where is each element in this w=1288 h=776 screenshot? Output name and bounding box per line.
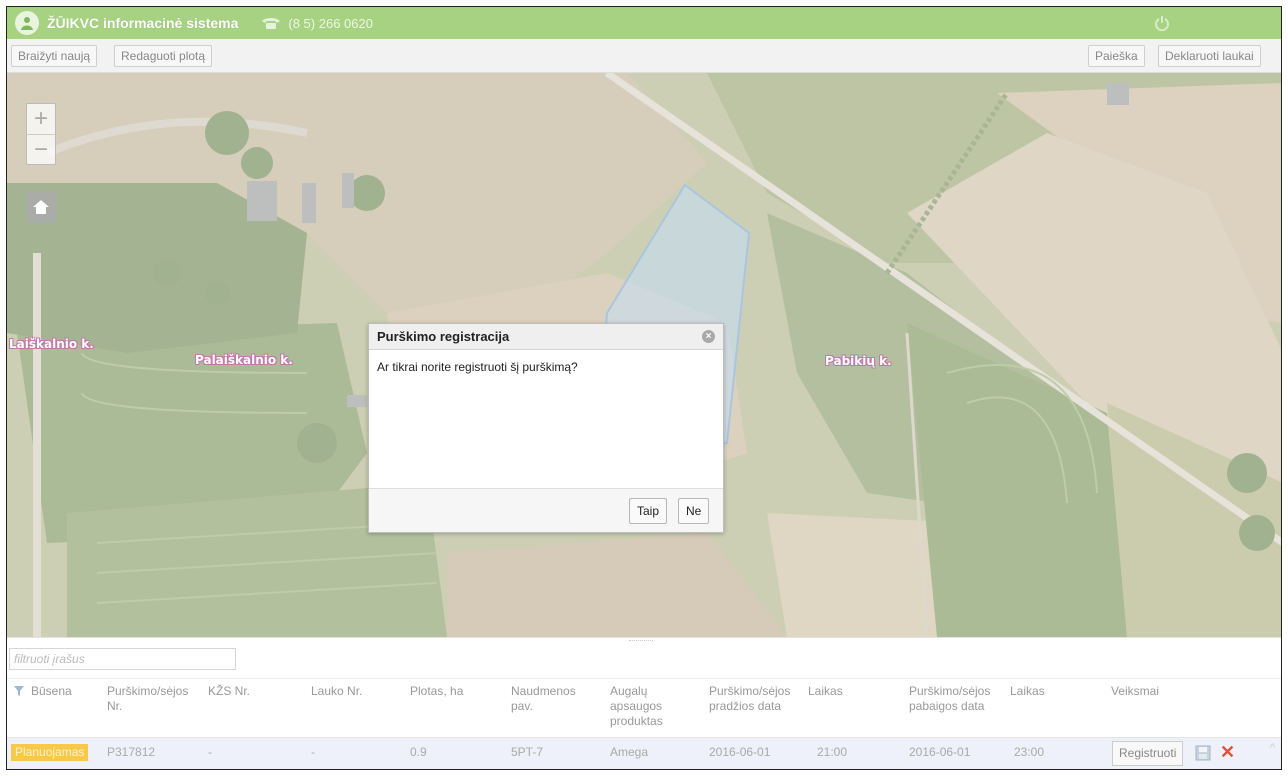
cell-product: Amega [610, 745, 649, 759]
cell-kzs: - [208, 745, 212, 759]
column-header[interactable]: Purškimo/sėjos pabaigos data [909, 684, 1005, 714]
delete-icon[interactable]: ✕ [1220, 742, 1235, 762]
dialog-message: Ar tikrai norite registruoti šį purškimą… [377, 360, 578, 374]
confirm-dialog: Purškimo registracija × Ar tikrai norite… [368, 323, 724, 533]
draw-new-button[interactable]: Braižyti naują [11, 45, 98, 67]
table-header: Būsena Purškimo/sėjos Nr. KŽS Nr. Lauko … [7, 678, 1281, 738]
declared-fields-button[interactable]: Deklaruoti laukai [1158, 45, 1261, 67]
cell-area: 0.9 [410, 745, 427, 759]
cell-number: P317812 [107, 745, 156, 759]
filter-funnel-icon[interactable] [13, 685, 25, 700]
column-header[interactable]: Laikas [808, 684, 843, 699]
cell-start-time: 21:00 [817, 745, 848, 759]
search-button[interactable]: Paieška [1088, 45, 1145, 67]
yes-button[interactable]: Taip [629, 498, 668, 524]
dialog-header: Purškimo registracija × [369, 324, 723, 350]
cell-land-use: 5PT-7 [511, 745, 544, 759]
records-panel: filtruoti įrašus Būsena Purškimo/sėjos N… [7, 637, 1281, 769]
edit-area-button[interactable]: Redaguoti plotą [114, 45, 213, 67]
filter-input[interactable]: filtruoti įrašus [9, 648, 236, 670]
column-header[interactable]: Veiksmai [1111, 684, 1159, 699]
phone-icon [260, 16, 282, 30]
app-logo-icon [15, 11, 39, 35]
column-header[interactable]: Naudmenos pav. [511, 684, 591, 714]
place-label: Laiškalnio k. [9, 337, 94, 351]
panel-resize-handle[interactable] [629, 640, 653, 642]
table-row[interactable]: Planuojamas P317812 - - 0.9 5PT-7 Amega … [7, 738, 1281, 769]
zoom-out-button[interactable]: − [27, 134, 55, 164]
column-header[interactable]: Plotas, ha [410, 684, 463, 699]
no-button[interactable]: Ne [678, 498, 710, 524]
app-window: ŽŪIKVC informacinė sistema (8 5) 266 062… [6, 6, 1282, 770]
status-badge: Planuojamas [11, 744, 89, 761]
app-header: ŽŪIKVC informacinė sistema (8 5) 266 062… [7, 7, 1281, 39]
scroll-up-icon[interactable]: ^ [1270, 742, 1275, 754]
cell-start-date: 2016-06-01 [709, 745, 771, 759]
column-header[interactable]: Augalų apsaugos produktas [610, 684, 690, 729]
save-icon[interactable] [1195, 745, 1211, 761]
column-header[interactable]: Purškimo/sėjos pradžios data [709, 684, 805, 714]
place-label: Palaiškalnio k. [195, 353, 293, 367]
power-icon[interactable] [1153, 14, 1171, 32]
cell-end-time: 23:00 [1014, 745, 1045, 759]
dialog-footer: Taip Ne [369, 488, 723, 532]
zoom-in-button[interactable]: + [27, 104, 55, 134]
phone-number: (8 5) 266 0620 [288, 15, 373, 31]
home-extent-icon[interactable] [26, 191, 56, 223]
close-icon[interactable]: × [702, 330, 715, 343]
map-view[interactable]: + − Laiškalnio k. Palaiškalnio k. Pabiki… [7, 73, 1281, 637]
column-header[interactable]: Purškimo/sėjos Nr. [107, 684, 205, 714]
dialog-title: Purškimo registracija [377, 329, 510, 344]
map-toolbar: Braižyti naują Redaguoti plotą Paieška D… [7, 39, 1281, 73]
cell-end-date: 2016-06-01 [909, 745, 971, 759]
app-title: ŽŪIKVC informacinė sistema [47, 15, 239, 31]
zoom-control: + − [26, 103, 56, 165]
register-button[interactable]: Registruoti [1112, 741, 1184, 766]
place-label: Pabikių k. [825, 354, 892, 368]
cell-field: - [311, 745, 315, 759]
column-header[interactable]: Lauko Nr. [311, 684, 362, 699]
column-header[interactable]: KŽS Nr. [208, 684, 250, 699]
column-header[interactable]: Laikas [1010, 684, 1045, 699]
column-header[interactable]: Būsena [31, 684, 72, 699]
